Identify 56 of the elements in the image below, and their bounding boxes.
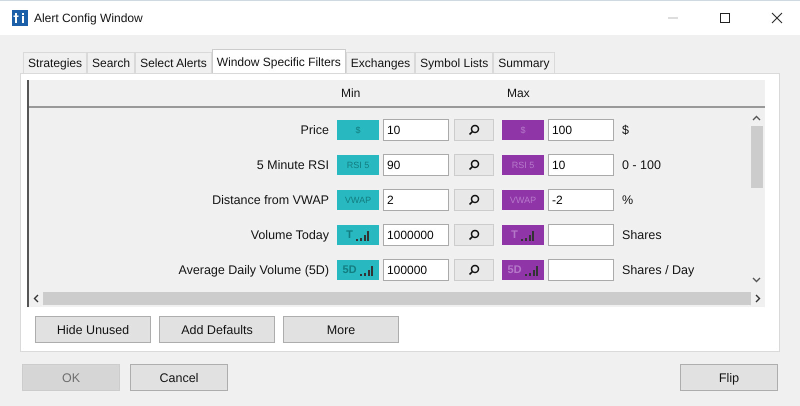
tab[interactable]: Symbol Lists <box>415 52 494 73</box>
tab[interactable]: Summary <box>493 52 555 73</box>
search-icon <box>468 159 480 171</box>
value-field[interactable]: 10 <box>548 154 614 176</box>
filter-label: Price <box>300 123 330 137</box>
value-field[interactable] <box>548 224 614 246</box>
tab[interactable]: Strategies <box>23 52 88 73</box>
filter-label: Volume Today <box>250 228 330 242</box>
column-header: Min <box>341 86 360 100</box>
search-button[interactable] <box>454 189 494 211</box>
scroll-down-icon[interactable] <box>752 277 761 283</box>
value-field[interactable]: 2 <box>383 189 449 211</box>
search-icon <box>468 264 480 276</box>
unit-label: 0 - 100 <box>622 158 661 172</box>
search-icon <box>468 124 480 136</box>
dialog-button[interactable]: Cancel <box>130 364 228 391</box>
panel-button[interactable]: Add Defaults <box>159 316 275 343</box>
scroll-right-icon[interactable] <box>755 294 761 303</box>
panel-button[interactable]: Hide Unused <box>35 316 151 343</box>
filter-label: Distance from VWAP <box>211 193 330 207</box>
tab[interactable]: Search <box>87 52 136 73</box>
value-field[interactable]: 90 <box>383 154 449 176</box>
unit-label: Shares <box>622 228 662 242</box>
search-button[interactable] <box>454 259 494 281</box>
scroll-up-icon[interactable] <box>752 115 761 121</box>
value-field[interactable]: 100 <box>548 119 614 141</box>
bar-chart-icon <box>518 229 535 241</box>
search-icon <box>468 194 480 206</box>
unit-label: $ <box>622 123 629 137</box>
scrollbar-thumb[interactable] <box>750 126 762 188</box>
filter-label: Average Daily Volume (5D) <box>177 263 330 277</box>
scrollbar-thumb[interactable] <box>43 292 751 305</box>
value-field[interactable]: 100000 <box>383 259 449 281</box>
tab[interactable]: Exchanges <box>346 52 416 73</box>
app-logo-icon <box>12 10 28 26</box>
tab[interactable]: Select Alerts <box>135 52 212 73</box>
value-field[interactable]: 10 <box>383 119 449 141</box>
value-field[interactable] <box>548 259 614 281</box>
bar-chart-icon <box>354 229 370 241</box>
value-field[interactable]: -2 <box>548 189 614 211</box>
value-field[interactable]: 1000000 <box>383 224 449 246</box>
panel-button[interactable]: More <box>283 316 399 343</box>
search-icon <box>468 229 480 241</box>
unit-label: % <box>622 193 634 207</box>
search-button[interactable] <box>454 154 494 176</box>
search-button[interactable] <box>454 224 494 246</box>
filter-label: 5 Minute RSI <box>256 158 330 172</box>
unit-label: Shares / Day <box>622 263 694 277</box>
scroll-left-icon[interactable] <box>33 294 39 303</box>
column-header: Max <box>507 86 530 100</box>
bar-chart-icon <box>358 264 374 276</box>
window-title: Alert Config Window <box>34 11 143 25</box>
dialog-button[interactable]: Flip <box>680 364 778 391</box>
tab[interactable]: Window Specific Filters <box>212 49 346 73</box>
bar-chart-icon <box>522 264 539 276</box>
search-button[interactable] <box>454 119 494 141</box>
